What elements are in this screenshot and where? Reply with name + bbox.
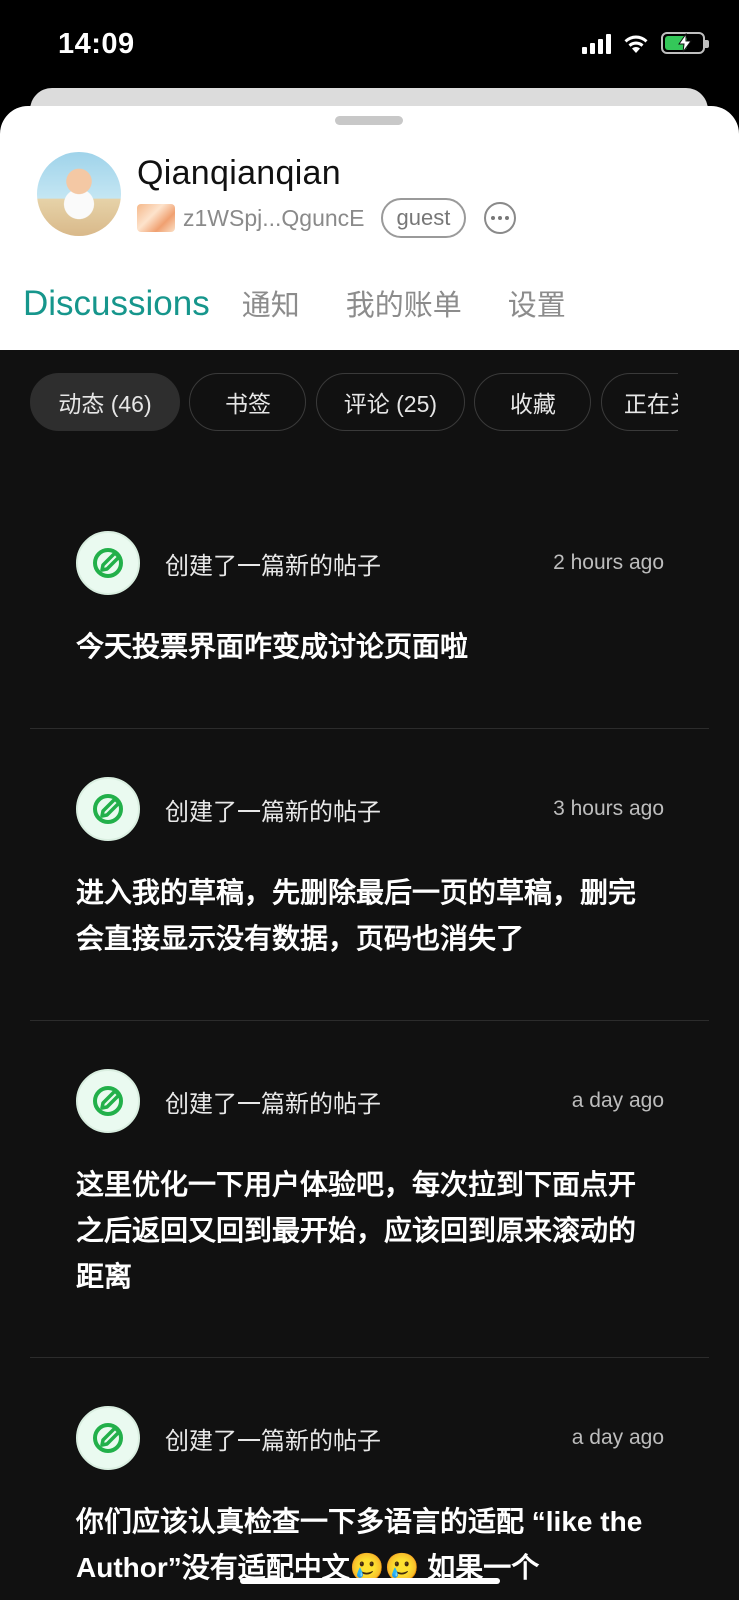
chip-comments[interactable]: 评论 (25) <box>315 373 465 431</box>
status-time: 14:09 <box>58 28 135 60</box>
tab-discussions[interactable]: Discussions <box>23 284 210 324</box>
address-thumbnail <box>137 204 175 232</box>
pencil-icon <box>76 531 140 595</box>
status-icons <box>582 32 709 54</box>
feed-item[interactable]: 创建了一篇新的帖子 a day ago 这里优化一下用户体验吧，每次拉到下面点开… <box>30 1021 709 1358</box>
battery-charging-icon <box>661 32 709 54</box>
role-badge: guest <box>380 198 467 238</box>
profile-sheet: Qianqianqian z1WSpj...QguncE guest Discu… <box>0 106 739 1600</box>
item-body: 进入我的草稿，先删除最后一页的草稿，删完会直接显示没有数据，页码也消失了 <box>76 877 637 954</box>
feed-item[interactable]: 创建了一篇新的帖子 2 hours ago 今天投票界面咋变成讨论页面啦 <box>30 496 709 729</box>
chip-favorites[interactable]: 收藏 <box>474 373 592 431</box>
item-action: 创建了一篇新的帖子 <box>165 1091 381 1118</box>
item-action: 创建了一篇新的帖子 <box>165 799 381 826</box>
wallet-address[interactable]: z1WSpj...QguncE <box>183 205 365 232</box>
wifi-icon <box>624 35 648 53</box>
feed-item[interactable]: 创建了一篇新的帖子 3 hours ago 进入我的草稿，先删除最后一页的草稿，… <box>30 729 709 1021</box>
item-time: a day ago <box>571 1089 664 1112</box>
item-time: 2 hours ago <box>553 551 664 574</box>
pencil-icon <box>76 777 140 841</box>
home-indicator[interactable] <box>240 1578 500 1584</box>
address-row: z1WSpj...QguncE guest <box>137 198 517 238</box>
tab-my-bills[interactable]: 我的账单 <box>346 282 462 324</box>
sheet-grabber[interactable] <box>335 116 403 125</box>
tab-notifications[interactable]: 通知 <box>242 282 300 324</box>
chip-following[interactable]: 正在关 <box>600 373 678 431</box>
item-action: 创建了一篇新的帖子 <box>165 553 381 580</box>
chip-activity[interactable]: 动态 (46) <box>30 373 180 431</box>
item-action: 创建了一篇新的帖子 <box>165 1428 381 1455</box>
status-bar: 14:09 <box>0 0 739 95</box>
tab-settings[interactable]: 设置 <box>508 282 566 324</box>
profile-header: Qianqianqian z1WSpj...QguncE guest Discu… <box>0 106 739 350</box>
pencil-icon <box>76 1406 140 1470</box>
pencil-icon <box>76 1069 140 1133</box>
item-time: 3 hours ago <box>553 797 664 820</box>
item-body: 这里优化一下用户体验吧，每次拉到下面点开之后返回又回到最开始，应该回到原来滚动的… <box>76 1169 637 1292</box>
filter-chips: 动态 (46) 书签 评论 (25) 收藏 正在关 <box>30 373 678 433</box>
signal-icon <box>582 32 611 54</box>
item-time: a day ago <box>571 1426 664 1449</box>
more-icon[interactable] <box>484 202 517 234</box>
avatar[interactable] <box>37 152 121 236</box>
nav-tabs: Discussions 通知 我的账单 设置 <box>23 282 612 324</box>
username: Qianqianqian <box>137 154 341 192</box>
chip-bookmarks[interactable]: 书签 <box>189 373 307 431</box>
feed-item[interactable]: 创建了一篇新的帖子 a day ago 你们应该认真检查一下多语言的适配 “li… <box>30 1358 709 1600</box>
item-body: 今天投票界面咋变成讨论页面啦 <box>76 631 469 662</box>
